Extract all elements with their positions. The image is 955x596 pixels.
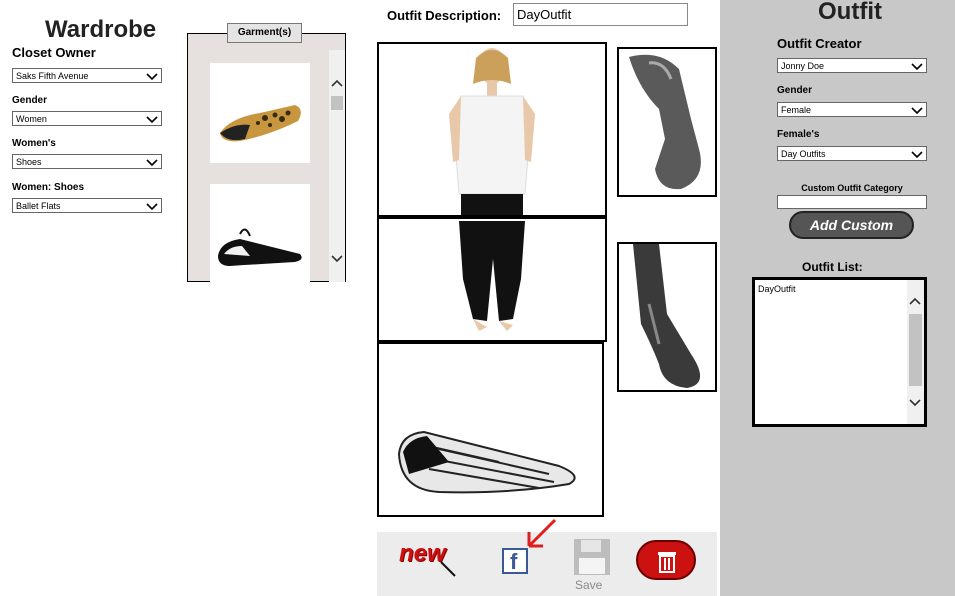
facebook-icon: f (510, 549, 518, 574)
outfit-panel: Outfit Outfit Creator Jonny Doe Gender F… (720, 0, 955, 596)
outfit-title: Outfit (818, 0, 882, 25)
wardrobe-title: Wardrobe (45, 16, 157, 43)
outfit-creator-value: Jonny Doe (781, 61, 825, 71)
floppy-disk-icon (574, 539, 610, 575)
chevron-down-icon (911, 63, 923, 71)
gender-label: Gender (12, 95, 48, 106)
outfit-list-item[interactable]: DayOutfit (758, 284, 796, 294)
accessory-slot-1[interactable] (617, 47, 717, 197)
delete-button[interactable] (636, 540, 696, 580)
category-label: Women's (12, 138, 56, 149)
category-select[interactable]: Shoes (12, 154, 162, 169)
model-top-image (449, 48, 535, 215)
chevron-up-icon[interactable] (331, 78, 343, 88)
scroll-thumb[interactable] (331, 96, 343, 110)
bottom-slot[interactable] (377, 217, 607, 342)
subcategory-value: Ballet Flats (16, 201, 61, 211)
shoe-slot[interactable] (377, 342, 604, 517)
chevron-down-icon[interactable] (909, 398, 921, 408)
chevron-down-icon (146, 116, 158, 124)
scroll-thumb[interactable] (909, 314, 922, 386)
outfit-gender-value: Female (781, 105, 812, 115)
outfit-gender-label: Gender (777, 85, 813, 96)
gender-select[interactable]: Women (12, 111, 162, 126)
chevron-down-icon (911, 107, 923, 115)
closet-owner-value: Saks Fifth Avenue (16, 71, 89, 81)
outfit-category-label: Female's (777, 129, 820, 140)
chevron-down-icon (911, 151, 923, 159)
garment-scrollbar[interactable] (329, 50, 345, 282)
outfit-creator-select[interactable]: Jonny Doe (777, 58, 927, 73)
chevron-down-icon (146, 159, 158, 167)
mannequin-leg-image (633, 244, 701, 388)
trash-icon (658, 552, 676, 573)
garment-list[interactable] (187, 33, 346, 282)
action-toolbar: new f Save (377, 518, 717, 596)
gender-value: Women (16, 114, 47, 124)
red-arrow-icon (527, 518, 557, 548)
model-pants-image (459, 221, 525, 331)
custom-category-label: Custom Outfit Category (801, 183, 903, 193)
chevron-down-icon (146, 73, 158, 81)
outfit-gender-select[interactable]: Female (777, 102, 927, 117)
striped-flat-image (397, 430, 576, 494)
garment-thumb-leopard-flat[interactable] (210, 63, 310, 163)
outfit-list-label: Outfit List: (802, 260, 863, 274)
wand-icon (440, 561, 456, 577)
closet-owner-label: Closet Owner (12, 45, 96, 60)
top-slot[interactable] (377, 42, 607, 217)
outfit-list[interactable]: DayOutfit (752, 277, 927, 427)
closet-owner-select[interactable]: Saks Fifth Avenue (12, 68, 162, 83)
subcategory-label: Women: Shoes (12, 182, 85, 193)
save-button[interactable]: Save (573, 538, 613, 592)
outfit-description-input[interactable]: DayOutfit (513, 3, 688, 26)
subcategory-select[interactable]: Ballet Flats (12, 198, 162, 213)
chevron-down-icon (146, 203, 158, 211)
category-value: Shoes (16, 157, 42, 167)
outfit-category-select[interactable]: Day Outfits (777, 146, 927, 161)
save-label: Save (575, 578, 603, 592)
new-button[interactable]: new (399, 536, 471, 578)
black-flat-image (218, 228, 302, 266)
outfit-list-scrollbar[interactable] (907, 280, 924, 424)
custom-category-input[interactable] (777, 195, 927, 209)
outfit-creator-label: Outfit Creator (777, 36, 862, 51)
chevron-down-icon[interactable] (331, 254, 343, 264)
garment-thumb-black-flat[interactable] (210, 184, 310, 282)
leopard-flat-image (220, 105, 301, 142)
accessory-slot-2[interactable] (617, 242, 717, 392)
chevron-up-icon[interactable] (909, 296, 921, 306)
mannequin-arm-image (629, 54, 701, 190)
outfit-description-label: Outfit Description: (387, 8, 502, 23)
add-custom-button[interactable]: Add Custom (789, 211, 914, 239)
outfit-category-value: Day Outfits (781, 149, 826, 159)
garments-button[interactable]: Garment(s) (227, 23, 302, 43)
